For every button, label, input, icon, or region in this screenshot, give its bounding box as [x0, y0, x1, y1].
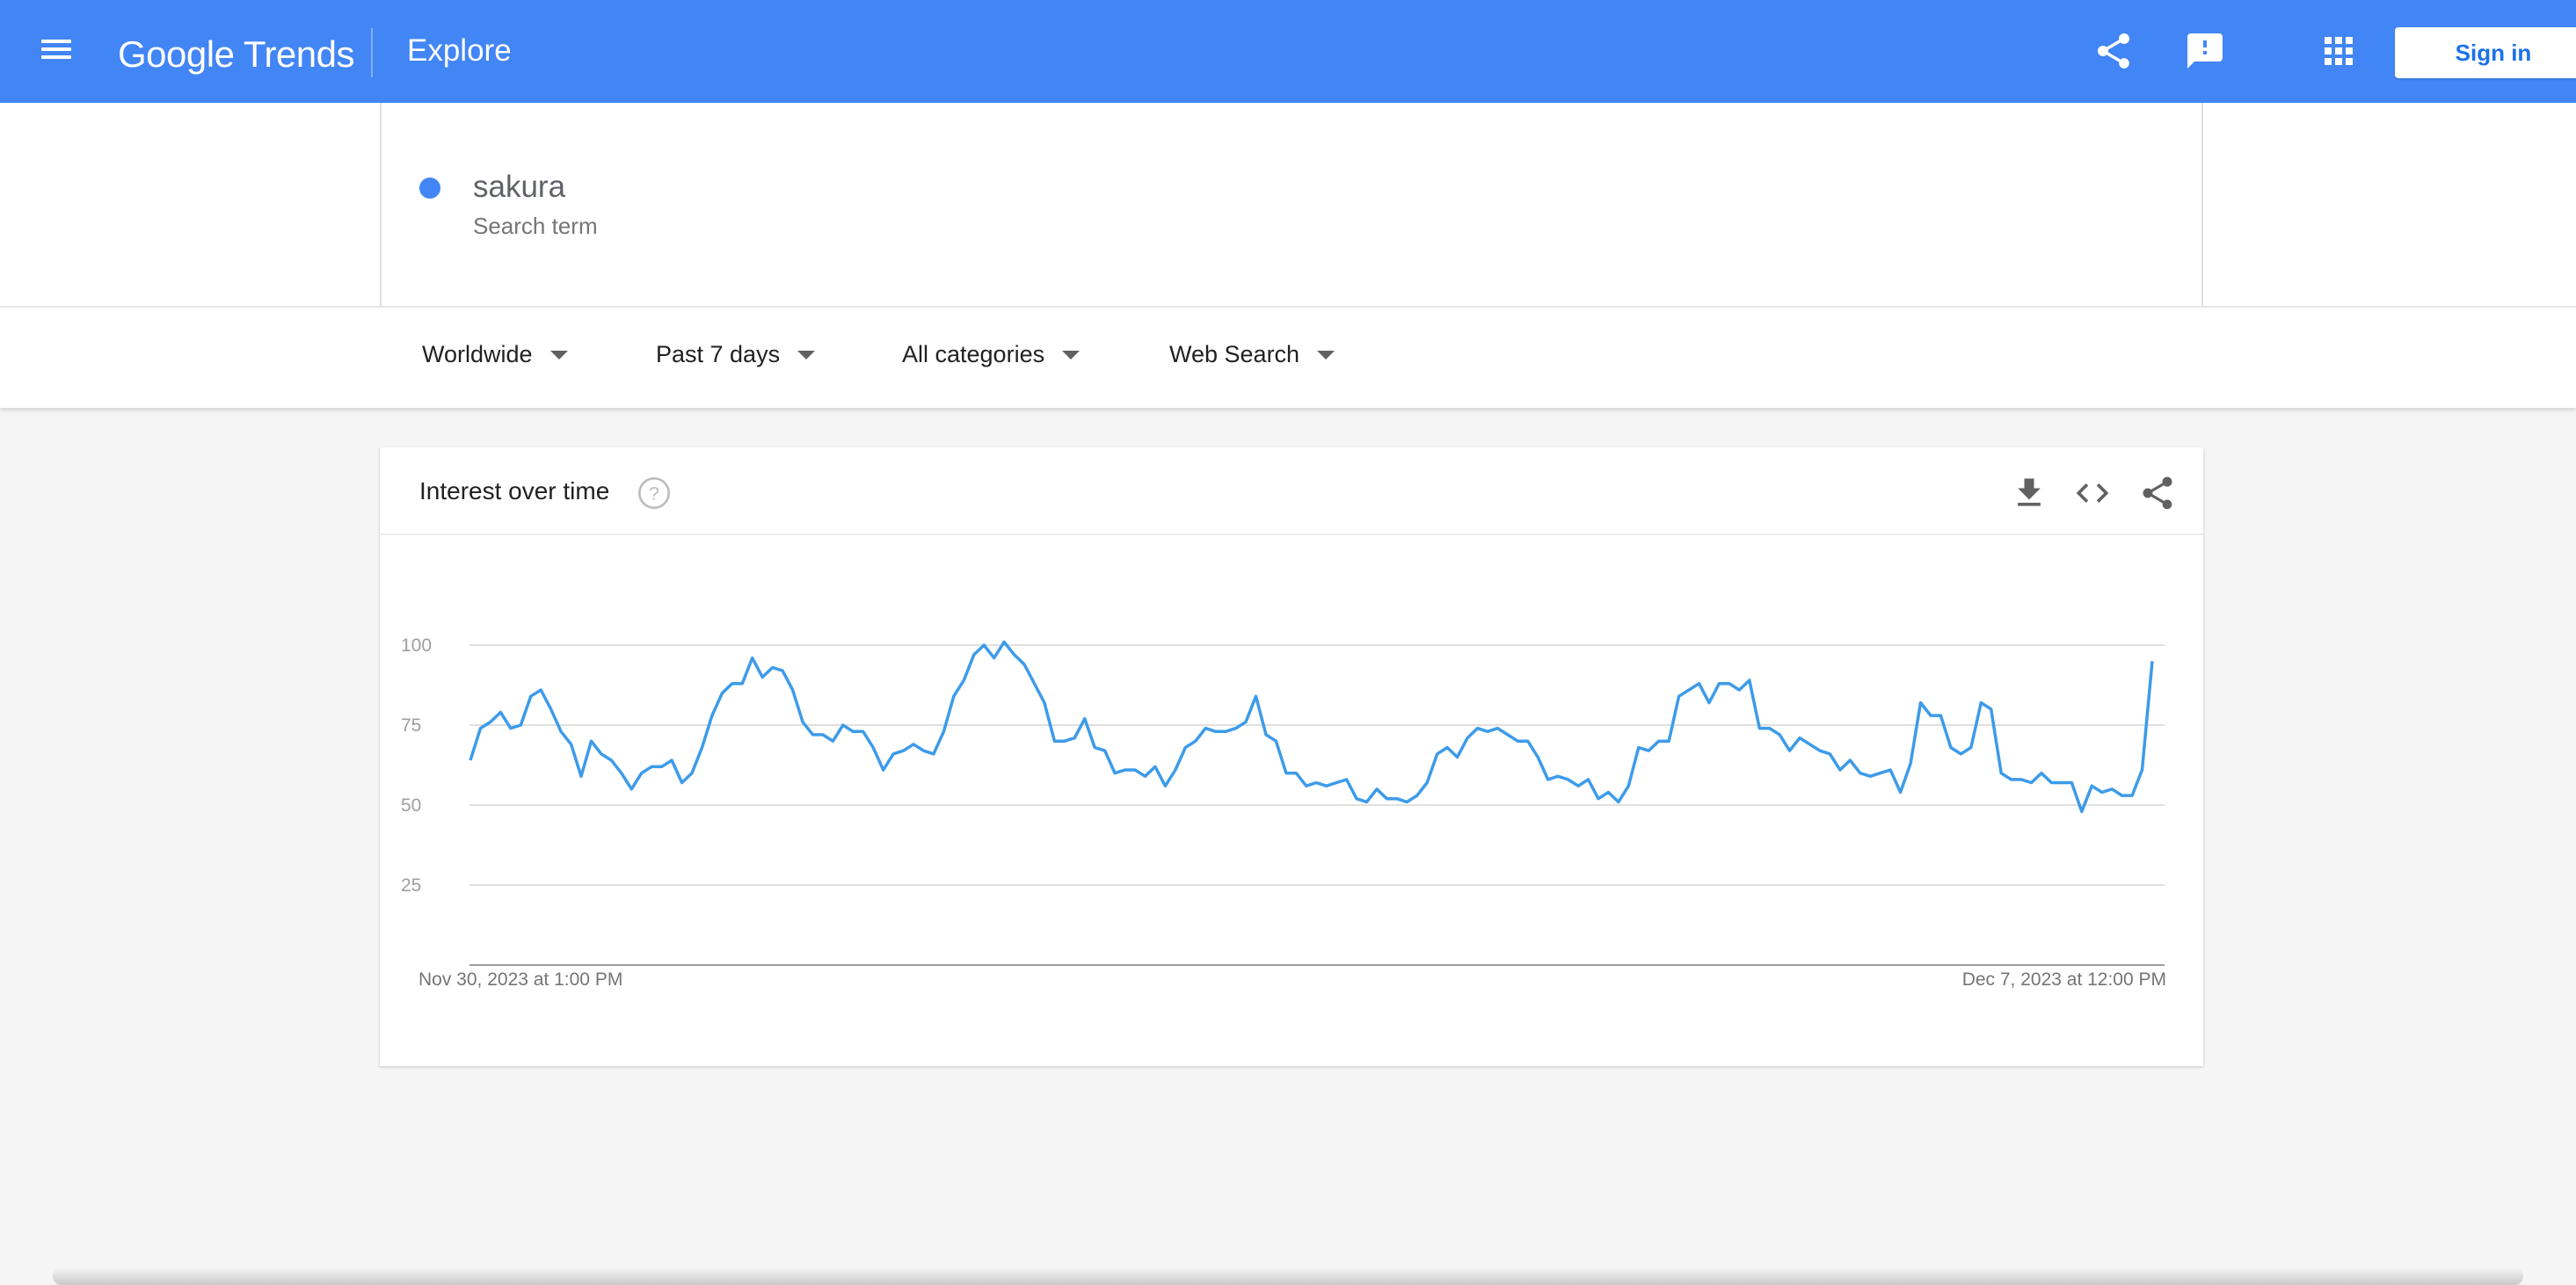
- x-axis-end-label: Dec 7, 2023 at 12:00 PM: [1962, 969, 2166, 990]
- y-tick-label: 75: [401, 715, 421, 736]
- time-filter-label: Past 7 days: [656, 341, 781, 367]
- search-term-panel[interactable]: [380, 103, 2203, 306]
- header-divider: [371, 28, 373, 77]
- share-icon[interactable]: [2092, 30, 2135, 72]
- search-term-type: Search term: [473, 213, 598, 239]
- top-app-bar: Google Trends Explore Sign in: [0, 0, 2576, 103]
- dropdown-arrow-icon: [549, 350, 568, 359]
- y-tick-label: 25: [401, 875, 421, 896]
- y-tick-label: 100: [401, 635, 432, 656]
- geo-filter-label: Worldwide: [422, 341, 533, 367]
- property-filter-label: Web Search: [1169, 341, 1300, 367]
- card-header: Interest over time ?: [380, 447, 2203, 535]
- category-filter-label: All categories: [902, 341, 1045, 367]
- bottom-shadow: [53, 1267, 2523, 1285]
- share-icon[interactable]: [2138, 474, 2177, 512]
- card-title: Interest over time: [419, 477, 610, 505]
- term-color-dot: [419, 178, 440, 199]
- y-tick-label: 50: [401, 795, 421, 816]
- x-axis-start-label: Nov 30, 2023 at 1:00 PM: [418, 969, 622, 990]
- geo-filter-dropdown[interactable]: Worldwide: [422, 341, 568, 368]
- apps-icon[interactable]: [2318, 30, 2360, 72]
- dropdown-arrow-icon: [1062, 350, 1081, 359]
- download-icon[interactable]: [2010, 474, 2048, 512]
- series-line[interactable]: [469, 640, 2154, 814]
- interest-over-time-card: Interest over time ? 25 50 75 100 Nov 30, 2…: [380, 447, 2203, 1066]
- feedback-icon[interactable]: [2184, 30, 2226, 72]
- sign-in-button[interactable]: Sign in: [2395, 27, 2576, 78]
- svg-text:?: ?: [649, 483, 659, 505]
- time-filter-dropdown[interactable]: Past 7 days: [656, 341, 816, 368]
- embed-icon[interactable]: [2073, 474, 2112, 512]
- property-filter-dropdown[interactable]: Web Search: [1169, 341, 1335, 368]
- category-filter-dropdown[interactable]: All categories: [902, 341, 1081, 368]
- interest-line-chart: 25 50 75 100 Nov 30, 2023 at 1:00 PM Dec 7,…: [401, 635, 2166, 990]
- dropdown-arrow-icon: [1317, 350, 1335, 359]
- search-term-name[interactable]: sakura: [473, 170, 565, 205]
- google-trends-logo[interactable]: Google Trends: [118, 33, 355, 76]
- help-icon[interactable]: ?: [637, 476, 672, 511]
- menu-icon[interactable]: [39, 35, 74, 70]
- dropdown-arrow-icon: [797, 350, 816, 359]
- page-title: Explore: [407, 33, 512, 68]
